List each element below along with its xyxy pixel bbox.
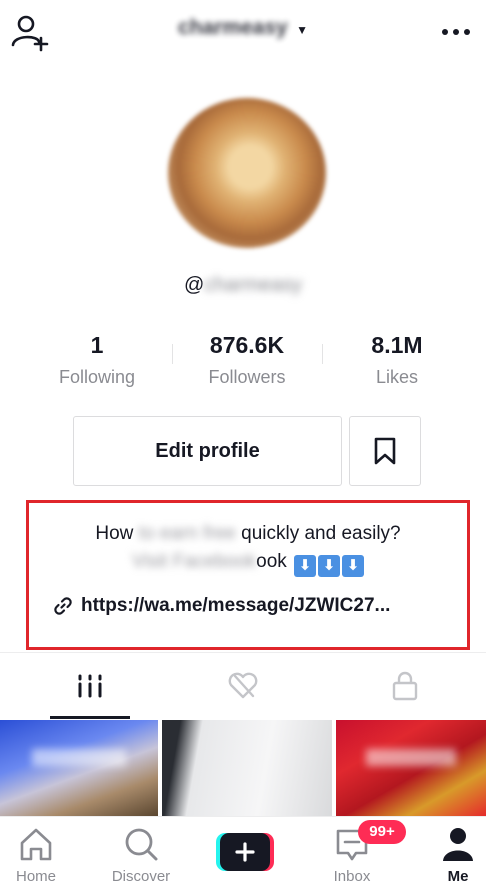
bio-line-2: Visit Facebookook ⬇ ⬇ ⬇ <box>29 551 467 577</box>
chevron-down-icon: ▼ <box>296 22 309 37</box>
bio-text-obscured: to earn free <box>138 523 242 544</box>
handle-prefix: @ <box>183 274 205 296</box>
stat-likes[interactable]: 8.1M Likes <box>322 330 472 390</box>
link-icon <box>54 597 72 615</box>
thumbnail-blur <box>31 748 127 767</box>
nav-home[interactable]: Home <box>0 817 81 890</box>
more-options-icon[interactable] <box>438 14 474 50</box>
nav-me-label: Me <box>447 868 469 885</box>
bio-link[interactable]: https://wa.me/message/JZWIC27... <box>53 595 390 617</box>
profile-stats: 1 Following 876.6K Followers 8.1M Likes <box>0 330 486 396</box>
tab-videos[interactable] <box>9 653 171 719</box>
account-switcher[interactable]: charmeasy ▼ <box>0 16 486 40</box>
bottom-navigation: Home Discover Inbox Me <box>0 816 486 890</box>
create-button[interactable] <box>216 833 274 871</box>
lock-icon <box>392 671 418 701</box>
likes-count: 8.1M <box>371 332 423 358</box>
handle-text: charmeasy <box>204 274 303 296</box>
following-count: 1 <box>90 332 104 358</box>
profile-handle: @charmeasy <box>0 274 486 297</box>
nav-home-label: Home <box>15 868 56 885</box>
bio-link-text[interactable]: https://wa.me/message/JZWIC27... <box>81 595 390 617</box>
nav-me[interactable]: Me <box>413 817 486 890</box>
thumbnail-blur <box>366 748 456 767</box>
favorites-button[interactable] <box>349 416 421 486</box>
tab-liked[interactable] <box>162 653 324 719</box>
edit-profile-button[interactable]: Edit profile <box>73 416 342 486</box>
plus-icon <box>216 833 274 871</box>
video-thumbnail[interactable] <box>336 720 486 816</box>
video-grid <box>0 720 486 816</box>
grid-icon <box>78 674 102 698</box>
bio-text-obscured: Visit Facebook <box>131 551 257 572</box>
bio-text: How <box>95 523 139 544</box>
nav-discover[interactable]: Discover <box>96 817 186 890</box>
inbox-badge: 99+ <box>358 820 406 844</box>
profile-icon <box>443 828 473 861</box>
following-label: Following <box>58 367 136 387</box>
likes-label: Likes <box>375 367 419 387</box>
down-arrow-emoji: ⬇ <box>294 555 317 577</box>
video-thumbnail[interactable] <box>0 720 158 816</box>
content-tabs <box>0 652 486 720</box>
down-arrow-emoji: ⬇ <box>318 555 341 577</box>
followers-count: 876.6K <box>209 332 285 358</box>
followers-label: Followers <box>208 367 286 387</box>
bookmark-icon <box>374 437 396 465</box>
bio-section: How to earn free quickly and easily? Vis… <box>26 500 470 650</box>
stat-followers[interactable]: 876.6K Followers <box>172 330 322 390</box>
active-tab-indicator <box>50 716 130 719</box>
bio-text: quickly and easily? <box>241 523 401 544</box>
tab-private[interactable] <box>324 653 486 719</box>
home-icon <box>20 828 52 861</box>
bio-text: ook <box>256 551 287 572</box>
stat-following[interactable]: 1 Following <box>22 330 172 390</box>
liked-heart-icon <box>228 672 258 699</box>
video-thumbnail[interactable] <box>162 720 332 816</box>
nav-discover-label: Discover <box>111 868 171 885</box>
search-icon <box>125 828 158 861</box>
avatar[interactable] <box>168 98 326 248</box>
down-arrow-emoji: ⬇ <box>342 555 365 577</box>
nav-inbox-label: Inbox <box>333 868 371 885</box>
username: charmeasy <box>177 16 288 39</box>
bio-line-1: How to earn free quickly and easily? <box>29 523 467 545</box>
profile-header: charmeasy ▼ <box>0 0 486 64</box>
